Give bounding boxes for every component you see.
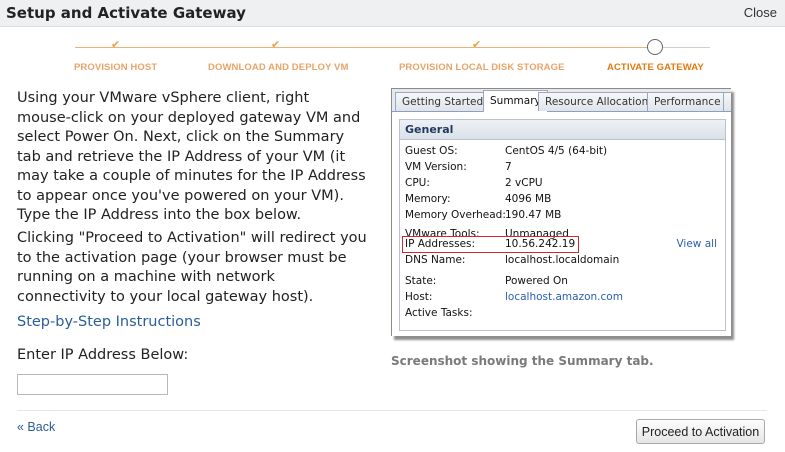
row-key: CPU: xyxy=(405,177,430,189)
step-1-check-icon: ✔ xyxy=(111,38,121,51)
row-value: localhost.localdomain xyxy=(505,254,620,266)
step-label-provision-storage: PROVISION LOCAL DISK STORAGE xyxy=(399,62,565,73)
row-value: Powered On xyxy=(505,275,568,287)
row-value: 2 vCPU xyxy=(505,177,543,189)
row-key: Memory Overhead: xyxy=(405,209,506,221)
tab-performance: Performance xyxy=(647,92,728,111)
vsphere-tab-bar: Getting Started Summary Resource Allocat… xyxy=(392,89,731,112)
instructions-paragraph-2: Clicking "Proceed to Activation" will re… xyxy=(17,230,367,305)
row-key: IP Addresses: xyxy=(405,238,476,250)
row-key: Active Tasks: xyxy=(405,307,473,319)
row-key: DNS Name: xyxy=(405,254,466,266)
row-value: localhost.amazon.com xyxy=(505,291,623,303)
dialog-title: Setup and Activate Gateway xyxy=(6,4,246,22)
row-key: VM Version: xyxy=(405,161,467,173)
row-value: 10.56.242.19 xyxy=(505,238,576,250)
ip-address-label: Enter IP Address Below: xyxy=(17,347,189,363)
vsphere-summary-screenshot: Getting Started Summary Resource Allocat… xyxy=(391,88,731,336)
row-key: State: xyxy=(405,275,437,287)
footer-divider xyxy=(17,410,767,411)
tab-getting-started: Getting Started xyxy=(395,92,491,111)
instructions-paragraph-1: Using your VMware vSphere client, right … xyxy=(17,90,366,223)
step-3-check-icon: ✔ xyxy=(472,38,482,51)
row-key: Host: xyxy=(405,291,433,303)
wizard-progress: ✔ ✔ ✔ PROVISION HOST DOWNLOAD AND DEPLOY… xyxy=(0,26,785,76)
step-label-download-deploy: DOWNLOAD AND DEPLOY VM xyxy=(208,62,349,73)
row-value: 7 xyxy=(505,161,512,173)
progress-track-completed xyxy=(75,47,647,48)
step-label-activate-gateway: ACTIVATE GATEWAY xyxy=(607,62,704,73)
screenshot-caption: Screenshot showing the Summary tab. xyxy=(391,354,654,368)
tab-e: E xyxy=(723,92,731,111)
tab-resource-allocation: Resource Allocation xyxy=(538,92,656,111)
general-panel-title: General xyxy=(400,120,725,140)
progress-track-remaining xyxy=(663,47,710,48)
row-value: CentOS 4/5 (64-bit) xyxy=(505,145,608,157)
row-value: 190.47 MB xyxy=(505,209,562,221)
ip-address-input[interactable] xyxy=(17,374,168,395)
step-label-provision-host: PROVISION HOST xyxy=(74,62,158,73)
current-step-circle-icon xyxy=(647,39,663,55)
step-by-step-link[interactable]: Step-by-Step Instructions xyxy=(17,314,201,330)
row-key: Guest OS: xyxy=(405,145,458,157)
back-link[interactable]: « Back xyxy=(17,420,55,434)
step-2-check-icon: ✔ xyxy=(271,38,281,51)
row-value: 4096 MB xyxy=(505,193,552,205)
view-all-link: View all xyxy=(676,238,717,250)
general-panel: General Guest OS: CentOS 4/5 (64-bit) VM… xyxy=(399,119,726,331)
proceed-to-activation-button[interactable]: Proceed to Activation xyxy=(636,419,765,444)
close-link[interactable]: Close xyxy=(744,5,777,20)
row-key: Memory: xyxy=(405,193,451,205)
dialog-header: Setup and Activate Gateway Close xyxy=(0,0,785,27)
